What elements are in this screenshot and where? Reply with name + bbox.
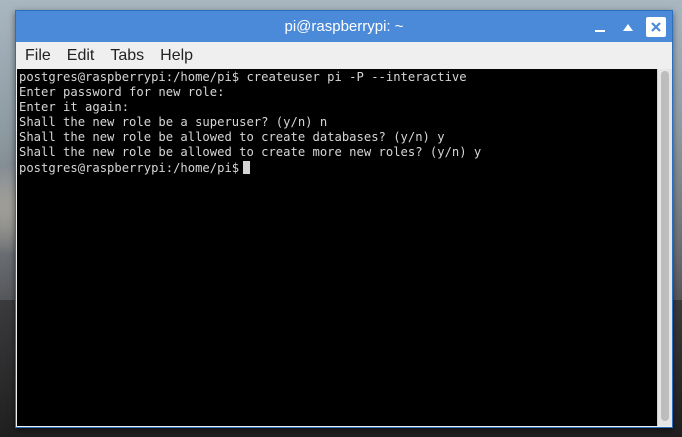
close-button[interactable] <box>646 17 666 37</box>
scrollbar-thumb[interactable] <box>661 71 669 421</box>
maximize-button[interactable] <box>618 17 638 37</box>
menu-help[interactable]: Help <box>152 42 201 69</box>
title-bar[interactable]: pi@raspberrypi: ~ <box>16 11 672 42</box>
terminal-line: Enter password for new role: <box>19 85 225 100</box>
terminal-prompt: postgres@raspberrypi:/home/pi$ <box>19 160 240 175</box>
window-title: pi@raspberrypi: ~ <box>284 18 404 35</box>
close-icon <box>651 22 661 32</box>
terminal-output: postgres@raspberrypi:/home/pi$ createuse… <box>19 70 481 176</box>
terminal-prompt-line: postgres@raspberrypi:/home/pi$ <box>19 160 481 176</box>
terminal-line: Shall the new role be a superuser? (y/n)… <box>19 115 328 130</box>
menu-file[interactable]: File <box>16 42 59 69</box>
terminal-area[interactable]: postgres@raspberrypi:/home/pi$ createuse… <box>17 69 657 426</box>
terminal-line: Enter it again: <box>19 100 130 115</box>
scrollbar[interactable] <box>657 69 672 426</box>
window-controls <box>590 17 666 37</box>
menu-tabs[interactable]: Tabs <box>102 42 152 69</box>
minimize-button[interactable] <box>590 17 610 37</box>
terminal-line: Shall the new role be allowed to create … <box>19 145 482 160</box>
menu-bar: File Edit Tabs Help <box>16 42 672 69</box>
maximize-icon <box>623 24 633 31</box>
terminal-window: pi@raspberrypi: ~ File Edit Tabs Help po… <box>15 10 673 428</box>
terminal-line: Shall the new role be allowed to create … <box>19 130 445 145</box>
text-cursor <box>243 160 251 174</box>
terminal-line: postgres@raspberrypi:/home/pi$ createuse… <box>19 70 467 84</box>
minimize-icon <box>595 30 605 32</box>
menu-edit[interactable]: Edit <box>59 42 103 69</box>
